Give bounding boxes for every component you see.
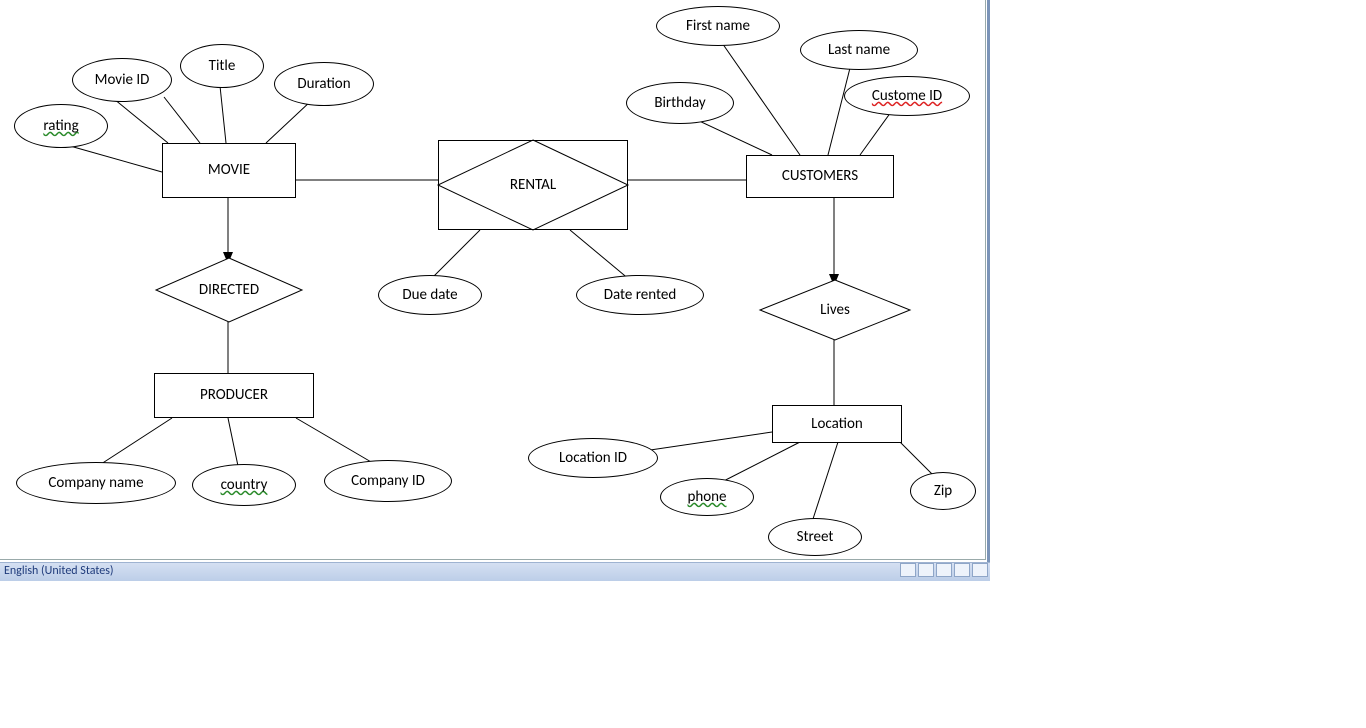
- page-inner-border: [0, 0, 986, 560]
- page-right-edge: [987, 0, 990, 563]
- view-draft-icon[interactable]: [972, 563, 988, 577]
- word-document-canvas: MOVIE Movie ID Title Duration rating REN…: [0, 0, 1366, 728]
- view-full-screen-icon[interactable]: [918, 563, 934, 577]
- word-status-bar: English (United States): [0, 562, 990, 581]
- view-web-layout-icon[interactable]: [936, 563, 952, 577]
- view-buttons: [900, 563, 988, 577]
- view-outline-icon[interactable]: [954, 563, 970, 577]
- view-print-layout-icon[interactable]: [900, 563, 916, 577]
- status-language[interactable]: English (United States): [4, 564, 114, 578]
- document-page: MOVIE Movie ID Title Duration rating REN…: [0, 0, 990, 560]
